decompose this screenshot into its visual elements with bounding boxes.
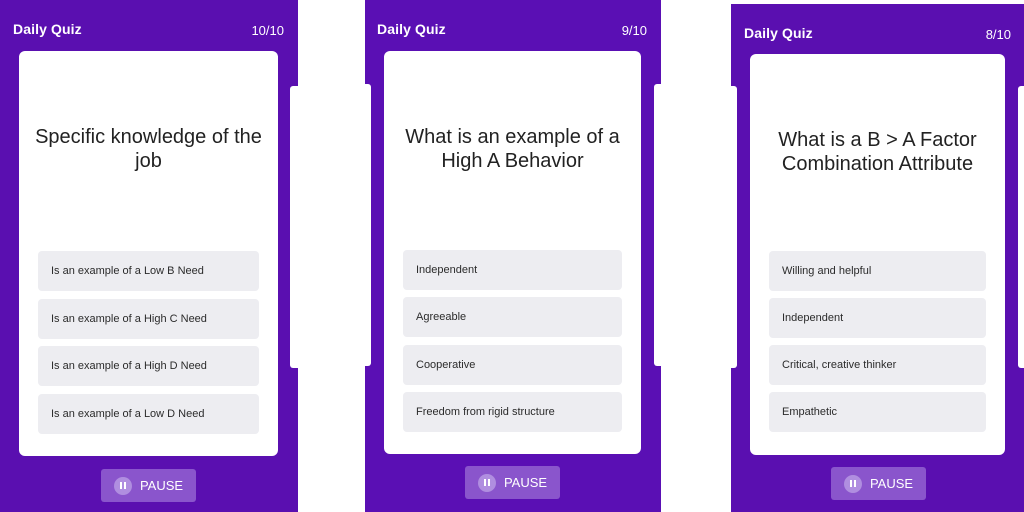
question-counter: 8/10 <box>985 27 1011 42</box>
header-title: Daily Quiz <box>744 25 813 41</box>
question-card: Specific knowledge of the job Is an exam… <box>19 51 278 456</box>
question-text: What is an example of a High A Behavior <box>405 126 620 172</box>
answer-option[interactable]: Independent <box>403 250 622 290</box>
answer-option[interactable]: Willing and helpful <box>769 251 986 291</box>
pause-label: PAUSE <box>503 475 548 490</box>
next-card-peek <box>1018 86 1024 368</box>
answer-option[interactable]: Is an example of a Low D Need <box>38 394 259 434</box>
next-card-peek <box>290 86 298 368</box>
quiz-screen-3: Daily Quiz 8/10 What is a B > A Factor C… <box>731 4 1024 512</box>
answer-option[interactable]: Independent <box>769 298 986 338</box>
answer-option[interactable]: Agreeable <box>403 297 622 337</box>
pause-button[interactable]: PAUSE <box>465 466 560 499</box>
pause-icon <box>477 473 496 492</box>
question-counter: 9/10 <box>621 23 647 38</box>
pause-button[interactable]: PAUSE <box>831 467 926 500</box>
question-text: What is a B > A Factor Combination Attri… <box>778 129 977 175</box>
quiz-screen-2: Daily Quiz 9/10 What is an example of a … <box>365 0 661 512</box>
prev-card-peek <box>731 86 737 368</box>
next-card-peek <box>654 84 661 366</box>
pause-icon <box>843 474 862 493</box>
prev-card-peek <box>365 84 371 366</box>
answer-option[interactable]: Is an example of a High C Need <box>38 299 259 339</box>
quiz-screen-1: Daily Quiz 10/10 Specific knowledge of t… <box>0 0 298 512</box>
answer-option[interactable]: Cooperative <box>403 345 622 385</box>
question-counter: 10/10 <box>251 23 284 38</box>
pause-label: PAUSE <box>869 476 914 491</box>
header-title: Daily Quiz <box>13 21 82 37</box>
answer-option[interactable]: Is an example of a Low B Need <box>38 251 259 291</box>
pause-label: PAUSE <box>139 478 184 493</box>
pause-icon <box>113 476 132 495</box>
answer-option[interactable]: Is an example of a High D Need <box>38 346 259 386</box>
answer-option[interactable]: Empathetic <box>769 392 986 432</box>
answer-option[interactable]: Critical, creative thinker <box>769 345 986 385</box>
header-title: Daily Quiz <box>377 21 446 37</box>
question-card: What is a B > A Factor Combination Attri… <box>750 54 1005 455</box>
question-text: Specific knowledge of the job <box>35 126 262 172</box>
answer-option[interactable]: Freedom from rigid structure <box>403 392 622 432</box>
question-card: What is an example of a High A Behavior … <box>384 51 641 454</box>
pause-button[interactable]: PAUSE <box>101 469 196 502</box>
